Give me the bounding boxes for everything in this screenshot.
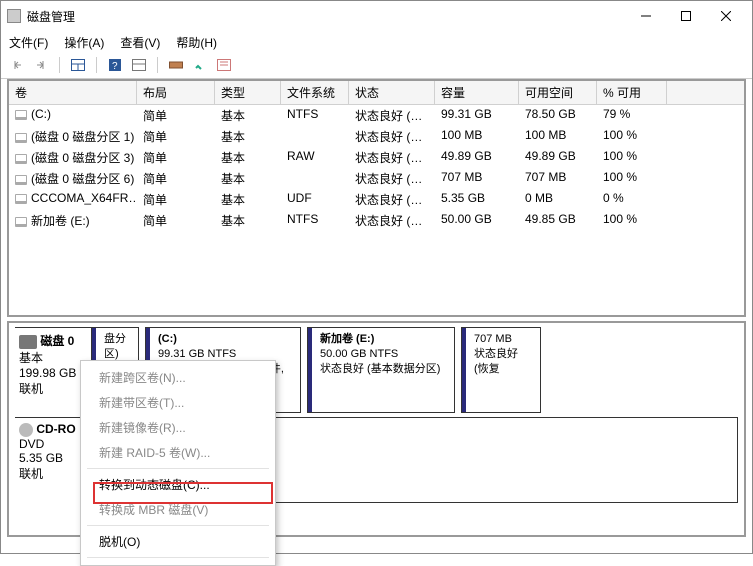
cd-icon <box>19 423 33 437</box>
volume-box[interactable]: 707 MB状态良好 (恢复 <box>461 327 541 413</box>
column-headers: 卷 布局 类型 文件系统 状态 容量 可用空间 % 可用 <box>9 81 744 105</box>
cd-label: CD-RO <box>36 422 75 436</box>
volume-icon <box>15 217 27 227</box>
col-layout[interactable]: 布局 <box>137 81 215 104</box>
table-row[interactable]: 新加卷 (E:)简单基本NTFS状态良好 (…50.00 GB49.85 GB1… <box>9 210 744 231</box>
cd-online: 联机 <box>19 467 43 481</box>
table-row[interactable]: CCCOMA_X64FR…简单基本UDF状态良好 (…5.35 GB0 MB0 … <box>9 189 744 210</box>
svg-text:?: ? <box>112 61 118 71</box>
close-button[interactable] <box>706 5 746 27</box>
separator <box>96 57 97 73</box>
minimize-button[interactable] <box>626 5 666 27</box>
menu-separator <box>87 557 269 558</box>
menu-separator <box>87 525 269 526</box>
disk-list-button[interactable] <box>166 56 186 74</box>
layout-button[interactable] <box>129 56 149 74</box>
volume-icon <box>15 110 27 120</box>
menu-convert-mbr: 转换成 MBR 磁盘(V) <box>81 497 275 522</box>
menu-view[interactable]: 查看(V) <box>120 34 160 51</box>
col-percent[interactable]: % 可用 <box>597 81 667 104</box>
table-row[interactable]: (磁盘 0 磁盘分区 1)简单基本状态良好 (…100 MB100 MB100 … <box>9 126 744 147</box>
volume-icon <box>15 175 27 185</box>
cd-size: 5.35 GB <box>19 451 63 465</box>
col-status[interactable]: 状态 <box>349 81 435 104</box>
cd-type: DVD <box>19 437 44 451</box>
disk-icon <box>19 335 37 349</box>
volume-icon <box>15 133 27 143</box>
volume-box[interactable]: 新加卷 (E:)50.00 GB NTFS状态良好 (基本数据分区) <box>307 327 455 413</box>
disk-size: 199.98 GB <box>19 366 76 380</box>
menu-new-striped: 新建带区卷(T)... <box>81 390 275 415</box>
menu-file[interactable]: 文件(F) <box>9 34 48 51</box>
col-volume[interactable]: 卷 <box>9 81 137 104</box>
volume-stripe <box>308 328 312 412</box>
col-free[interactable]: 可用空间 <box>519 81 597 104</box>
menu-help[interactable]: 帮助(H) <box>176 34 217 51</box>
menu-new-spanned: 新建跨区卷(N)... <box>81 365 275 390</box>
window-title: 磁盘管理 <box>27 8 626 25</box>
titlebar: 磁盘管理 <box>1 1 752 31</box>
menu-convert-dynamic[interactable]: 转换到动态磁盘(C)... <box>81 472 275 497</box>
menu-new-raid5: 新建 RAID-5 卷(W)... <box>81 440 275 465</box>
separator <box>157 57 158 73</box>
col-type[interactable]: 类型 <box>215 81 281 104</box>
disc-icon <box>15 194 27 204</box>
menu-offline[interactable]: 脱机(O) <box>81 529 275 554</box>
table-row[interactable]: (磁盘 0 磁盘分区 6)简单基本状态良好 (…707 MB707 MB100 … <box>9 168 744 189</box>
volume-rows: (C:)简单基本NTFS状态良好 (…99.31 GB78.50 GB79 %(… <box>9 105 744 231</box>
help-button[interactable]: ? <box>105 56 125 74</box>
volume-list: 卷 布局 类型 文件系统 状态 容量 可用空间 % 可用 (C:)简单基本NTF… <box>7 79 746 317</box>
disk-label: 磁盘 0 <box>40 334 74 348</box>
views-button[interactable] <box>68 56 88 74</box>
volume-icon <box>15 154 27 164</box>
col-fs[interactable]: 文件系统 <box>281 81 349 104</box>
maximize-button[interactable] <box>666 5 706 27</box>
disk-basic: 基本 <box>19 351 43 365</box>
menu-new-mirror: 新建镜像卷(R)... <box>81 415 275 440</box>
menubar: 文件(F) 操作(A) 查看(V) 帮助(H) <box>1 31 752 54</box>
disk-online: 联机 <box>19 382 43 396</box>
table-row[interactable]: (C:)简单基本NTFS状态良好 (…99.31 GB78.50 GB79 % <box>9 105 744 126</box>
menu-separator <box>87 468 269 469</box>
refresh-button[interactable] <box>190 56 210 74</box>
app-icon <box>7 9 21 23</box>
toolbar: ? <box>1 54 752 79</box>
settings-button[interactable] <box>214 56 234 74</box>
table-row[interactable]: (磁盘 0 磁盘分区 3)简单基本RAW状态良好 (…49.89 GB49.89… <box>9 147 744 168</box>
menu-operation[interactable]: 操作(A) <box>64 34 104 51</box>
context-menu: 新建跨区卷(N)... 新建带区卷(T)... 新建镜像卷(R)... 新建 R… <box>80 360 276 566</box>
volume-stripe <box>462 328 466 412</box>
col-capacity[interactable]: 容量 <box>435 81 519 104</box>
forward-button[interactable] <box>31 56 51 74</box>
separator <box>59 57 60 73</box>
back-button[interactable] <box>7 56 27 74</box>
